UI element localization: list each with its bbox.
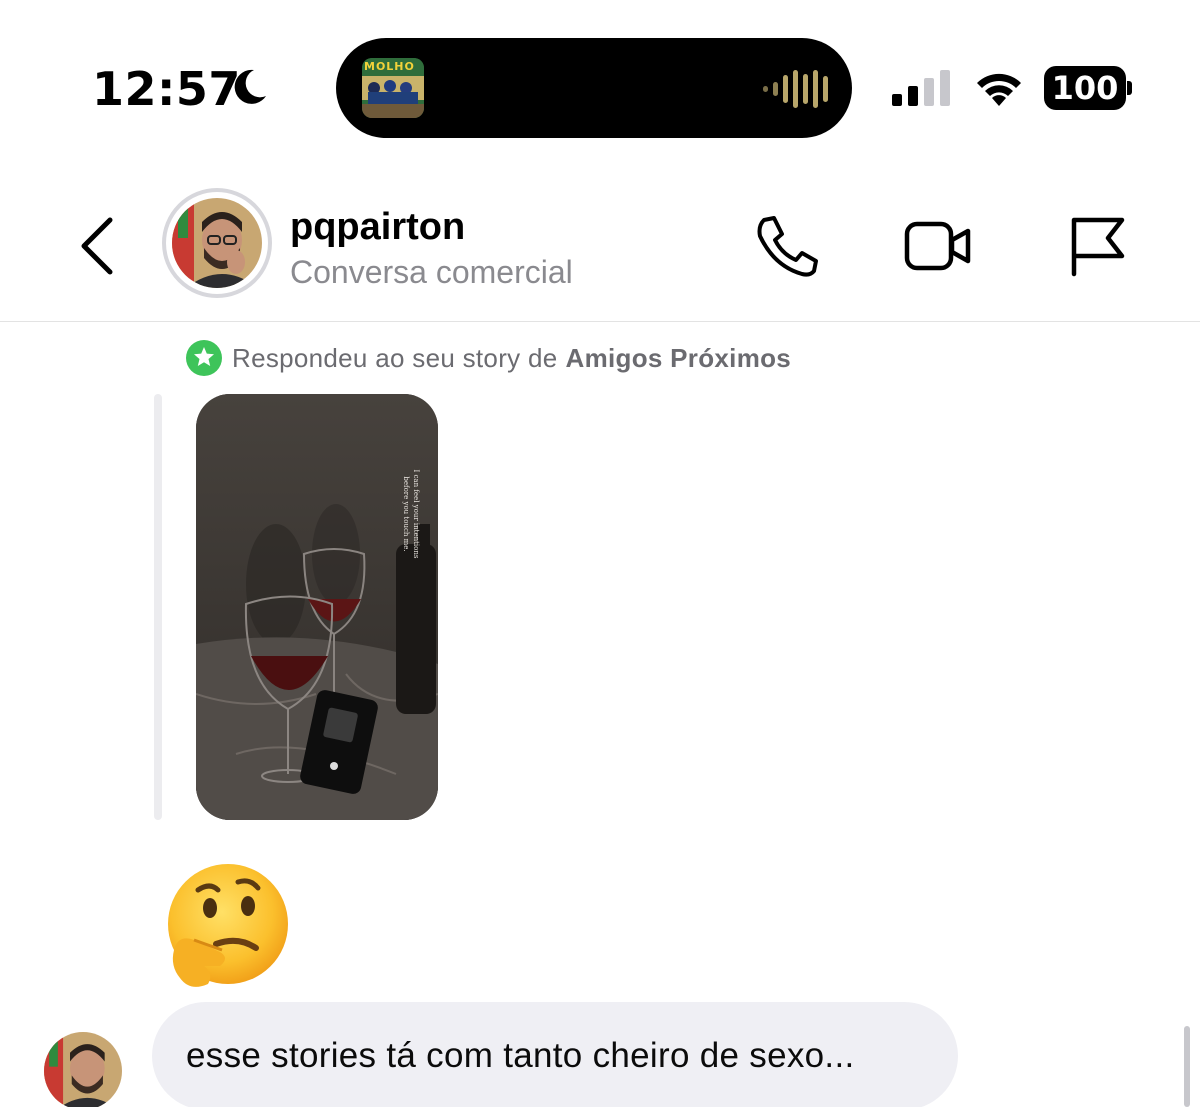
moon-icon [234,69,266,104]
reply-prefix: Respondeu ao seu story de [232,342,558,373]
phone-icon[interactable] [752,214,820,278]
battery-level: 100 [1044,66,1126,110]
scrollbar[interactable] [1184,1026,1190,1107]
reply-audience: Amigos Próximos [565,342,792,373]
album-artwork: MOLHO [362,58,424,118]
status-bar: 12:57 MOLHO 100 [0,0,1200,150]
quote-bar [154,394,162,820]
back-chevron-icon[interactable] [76,214,120,278]
wifi-icon [977,73,1021,106]
battery-icon: 100 [1044,66,1132,110]
story-caption-line1: I can feel your intentions [412,470,420,559]
flag-icon[interactable] [1062,214,1130,278]
close-friends-star-icon [186,340,222,376]
album-title: MOLHO [364,60,415,73]
story-reply-label: Respondeu ao seu story de Amigos Próximo… [186,340,791,376]
chat-username[interactable]: pqpairton [290,206,465,249]
status-time: 12:57 [92,62,241,116]
chat-subtitle: Conversa comercial [290,254,573,290]
story-caption-line2: before you touch me. [402,476,410,551]
thinking-face-emoji-icon[interactable] [160,862,292,994]
profile-avatar[interactable] [162,188,272,298]
video-call-icon[interactable] [904,214,972,278]
story-thumbnail[interactable]: I can feel your intentions before you to… [196,394,438,820]
signal-icon [892,70,950,106]
audio-waveform-icon [763,70,828,108]
sender-avatar[interactable] [44,1032,122,1107]
dynamic-island[interactable]: MOLHO [336,38,852,138]
chat-header: pqpairton Conversa comercial [0,170,1200,322]
message-bubble[interactable]: esse stories tá com tanto cheiro de sexo… [152,1002,958,1107]
avatar-image [172,198,262,288]
message-text: esse stories tá com tanto cheiro de sexo… [186,1036,855,1075]
